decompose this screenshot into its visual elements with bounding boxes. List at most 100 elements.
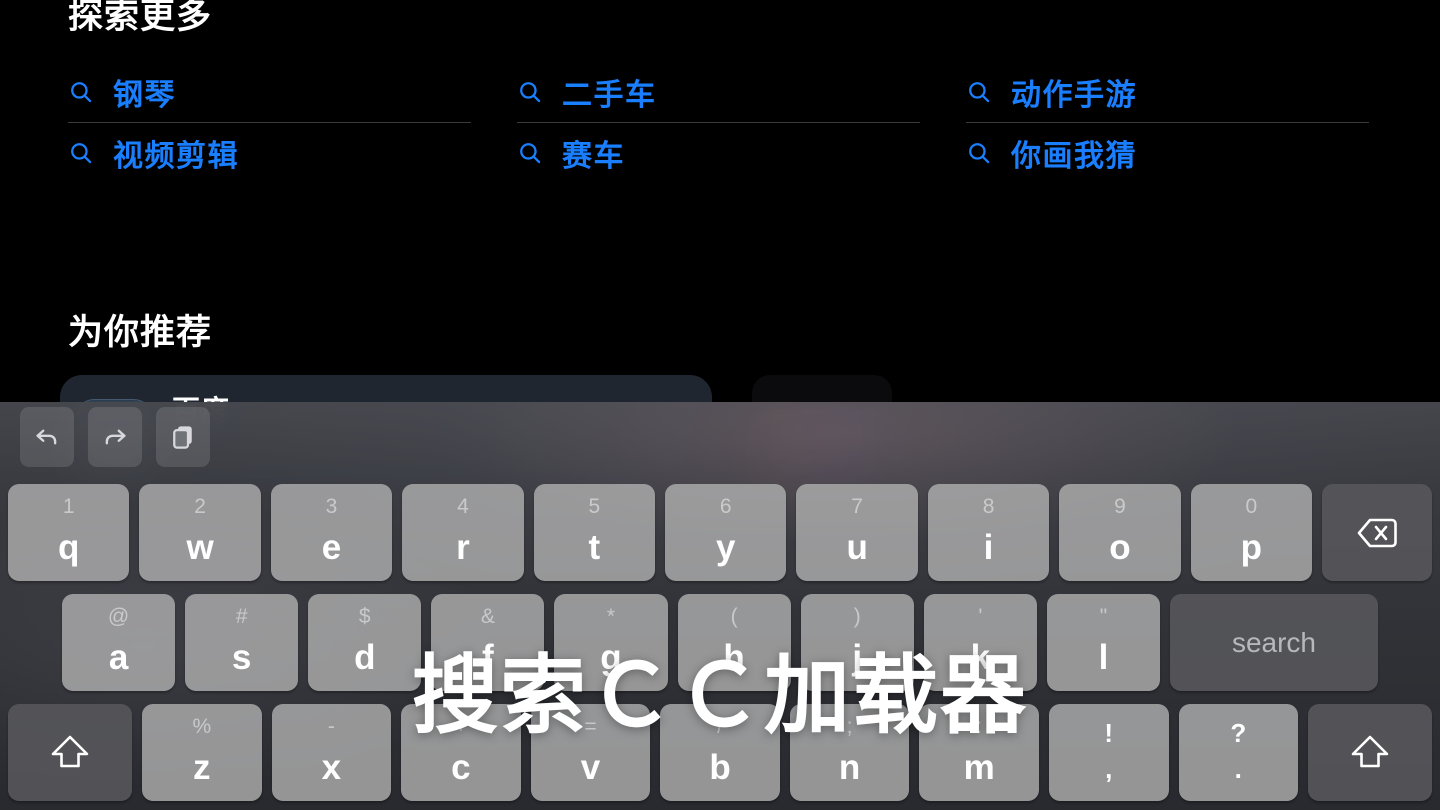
key-label: d bbox=[354, 638, 376, 677]
suggestion-cell: 二手车 bbox=[517, 62, 924, 123]
keyboard-key[interactable]: 2w bbox=[139, 484, 261, 581]
keyboard-key[interactable]: 9o bbox=[1059, 484, 1181, 581]
key-hint: 6 bbox=[719, 495, 732, 518]
search-icon bbox=[520, 143, 541, 164]
undo-button[interactable] bbox=[20, 407, 74, 467]
keyboard-key[interactable]: 1q bbox=[8, 484, 130, 581]
suggestion-item[interactable]: 钢琴 bbox=[68, 62, 475, 122]
suggestion-grid: 钢琴 二手车 动作手游视频剪辑 赛车 你画我猜 bbox=[68, 62, 1373, 184]
search-key[interactable]: search bbox=[1169, 594, 1378, 691]
keyboard-key[interactable]: ' k bbox=[923, 594, 1037, 691]
keyboard-key[interactable]: ; n bbox=[789, 704, 910, 801]
keyboard-key[interactable]: 3e bbox=[270, 484, 393, 581]
search-icon bbox=[71, 82, 92, 103]
backspace-key[interactable] bbox=[1322, 484, 1433, 581]
key-label: m bbox=[963, 748, 995, 787]
key-hint: 8 bbox=[982, 495, 995, 518]
suggestion-label: 钢琴 bbox=[113, 79, 176, 112]
undo-icon bbox=[32, 422, 62, 452]
key-hint: ; bbox=[846, 715, 853, 738]
key-hint: % bbox=[192, 715, 212, 738]
keyboard-key[interactable]: 6y bbox=[665, 484, 787, 581]
keyboard-key[interactable]: (h bbox=[677, 594, 791, 691]
virtual-keyboard: 1q2w3e4r5t6y7u8i9o0p @ a # s $ d & f * g(h) j ' k " l … bbox=[0, 402, 1440, 810]
keyboard-key[interactable]: / b bbox=[660, 704, 780, 801]
suggestion-item[interactable]: 视频剪辑 bbox=[68, 123, 475, 183]
key-hint: 9 bbox=[1114, 495, 1126, 518]
keyboard-key[interactable]: $ d bbox=[308, 594, 422, 691]
suggestion-cell: 赛车 bbox=[517, 123, 924, 184]
keyboard-key[interactable]: + c bbox=[401, 704, 521, 801]
key-hint: ) bbox=[853, 605, 861, 628]
keyboard-key[interactable]: -x bbox=[271, 704, 392, 801]
suggestion-cell: 钢琴 bbox=[68, 62, 475, 123]
key-hint: 7 bbox=[851, 495, 863, 518]
search-key-label: search bbox=[1231, 626, 1316, 658]
keyboard-key[interactable]: ?. bbox=[1178, 704, 1299, 801]
keyboard-key[interactable]: = v bbox=[530, 704, 651, 801]
keyboard-key[interactable]: @ a bbox=[62, 594, 176, 691]
suggestion-item[interactable]: 动作手游 bbox=[966, 62, 1373, 122]
key-label: h bbox=[723, 638, 745, 677]
suggestion-item[interactable]: 赛车 bbox=[517, 123, 924, 183]
keyboard-key[interactable]: 4r bbox=[402, 484, 524, 581]
paste-button[interactable] bbox=[156, 407, 210, 467]
key-hint: " bbox=[1099, 605, 1108, 628]
suggestion-label: 你画我猜 bbox=[1011, 140, 1137, 173]
suggestion-label: 视频剪辑 bbox=[113, 140, 239, 173]
suggestion-divider bbox=[68, 183, 471, 184]
shift-up-arrow-icon bbox=[1347, 732, 1393, 774]
key-hint: = bbox=[584, 715, 597, 738]
keyboard-key[interactable]: " l bbox=[1046, 594, 1160, 691]
key-hint: - bbox=[327, 715, 335, 738]
key-label: z bbox=[193, 748, 211, 787]
search-icon bbox=[71, 143, 92, 164]
key-label: g bbox=[600, 638, 622, 677]
recommended-for-you-heading: 为你推荐 bbox=[68, 313, 213, 352]
keyboard-row-2: @ a # s $ d & f * g(h) j ' k " l search bbox=[0, 594, 1440, 691]
key-hint: 1 bbox=[62, 495, 75, 518]
keyboard-key[interactable]: # s bbox=[185, 594, 299, 691]
suggestion-item[interactable]: 二手车 bbox=[517, 62, 924, 122]
search-icon bbox=[969, 143, 990, 164]
keyboard-key[interactable]: !, bbox=[1048, 704, 1169, 801]
key-label: n bbox=[838, 748, 861, 787]
keyboard-key[interactable]: 5t bbox=[533, 484, 656, 581]
keyboard-key[interactable]: 8i bbox=[927, 484, 1050, 581]
key-label: x bbox=[321, 748, 342, 787]
keyboard-key-rows: 1q2w3e4r5t6y7u8i9o0p @ a # s $ d & f * g(h) j ' k " l … bbox=[0, 484, 1440, 801]
key-label: w bbox=[186, 528, 214, 567]
key-label: b bbox=[709, 748, 731, 787]
shift-left-key[interactable] bbox=[8, 704, 132, 801]
suggestion-label: 赛车 bbox=[562, 140, 625, 173]
suggestion-label: 动作手游 bbox=[1011, 79, 1137, 112]
key-label: v bbox=[580, 748, 601, 787]
keyboard-key[interactable]: 0p bbox=[1190, 484, 1313, 581]
key-label: q bbox=[58, 528, 80, 567]
keyboard-key[interactable]: & f bbox=[431, 594, 545, 691]
key-label: u bbox=[846, 528, 868, 567]
suggestion-label: 二手车 bbox=[562, 79, 657, 112]
key-hint: ( bbox=[730, 605, 738, 628]
key-label: . bbox=[1234, 754, 1242, 784]
key-hint: 5 bbox=[588, 495, 601, 518]
key-hint: ' bbox=[978, 605, 983, 628]
key-hint: $ bbox=[358, 605, 371, 628]
keyboard-key[interactable]: ) j bbox=[800, 594, 914, 691]
explore-more-heading: 探索更多 bbox=[68, 0, 213, 36]
keyboard-key[interactable]: 7u bbox=[796, 484, 918, 581]
key-hint: : bbox=[976, 715, 983, 738]
redo-button[interactable] bbox=[88, 407, 142, 467]
shift-right-key[interactable] bbox=[1308, 704, 1433, 801]
key-hint: & bbox=[480, 605, 495, 628]
key-label: k bbox=[970, 638, 991, 677]
keyboard-toolbar bbox=[20, 407, 210, 467]
backspace-icon bbox=[1355, 515, 1399, 551]
shift-up-arrow-icon bbox=[47, 732, 93, 774]
keyboard-key[interactable]: * g bbox=[554, 594, 668, 691]
suggestion-item[interactable]: 你画我猜 bbox=[966, 123, 1373, 183]
keyboard-key[interactable]: % z bbox=[142, 704, 262, 801]
redo-icon bbox=[100, 422, 130, 452]
keyboard-key[interactable]: :m bbox=[919, 704, 1039, 801]
key-label: e bbox=[321, 528, 342, 567]
